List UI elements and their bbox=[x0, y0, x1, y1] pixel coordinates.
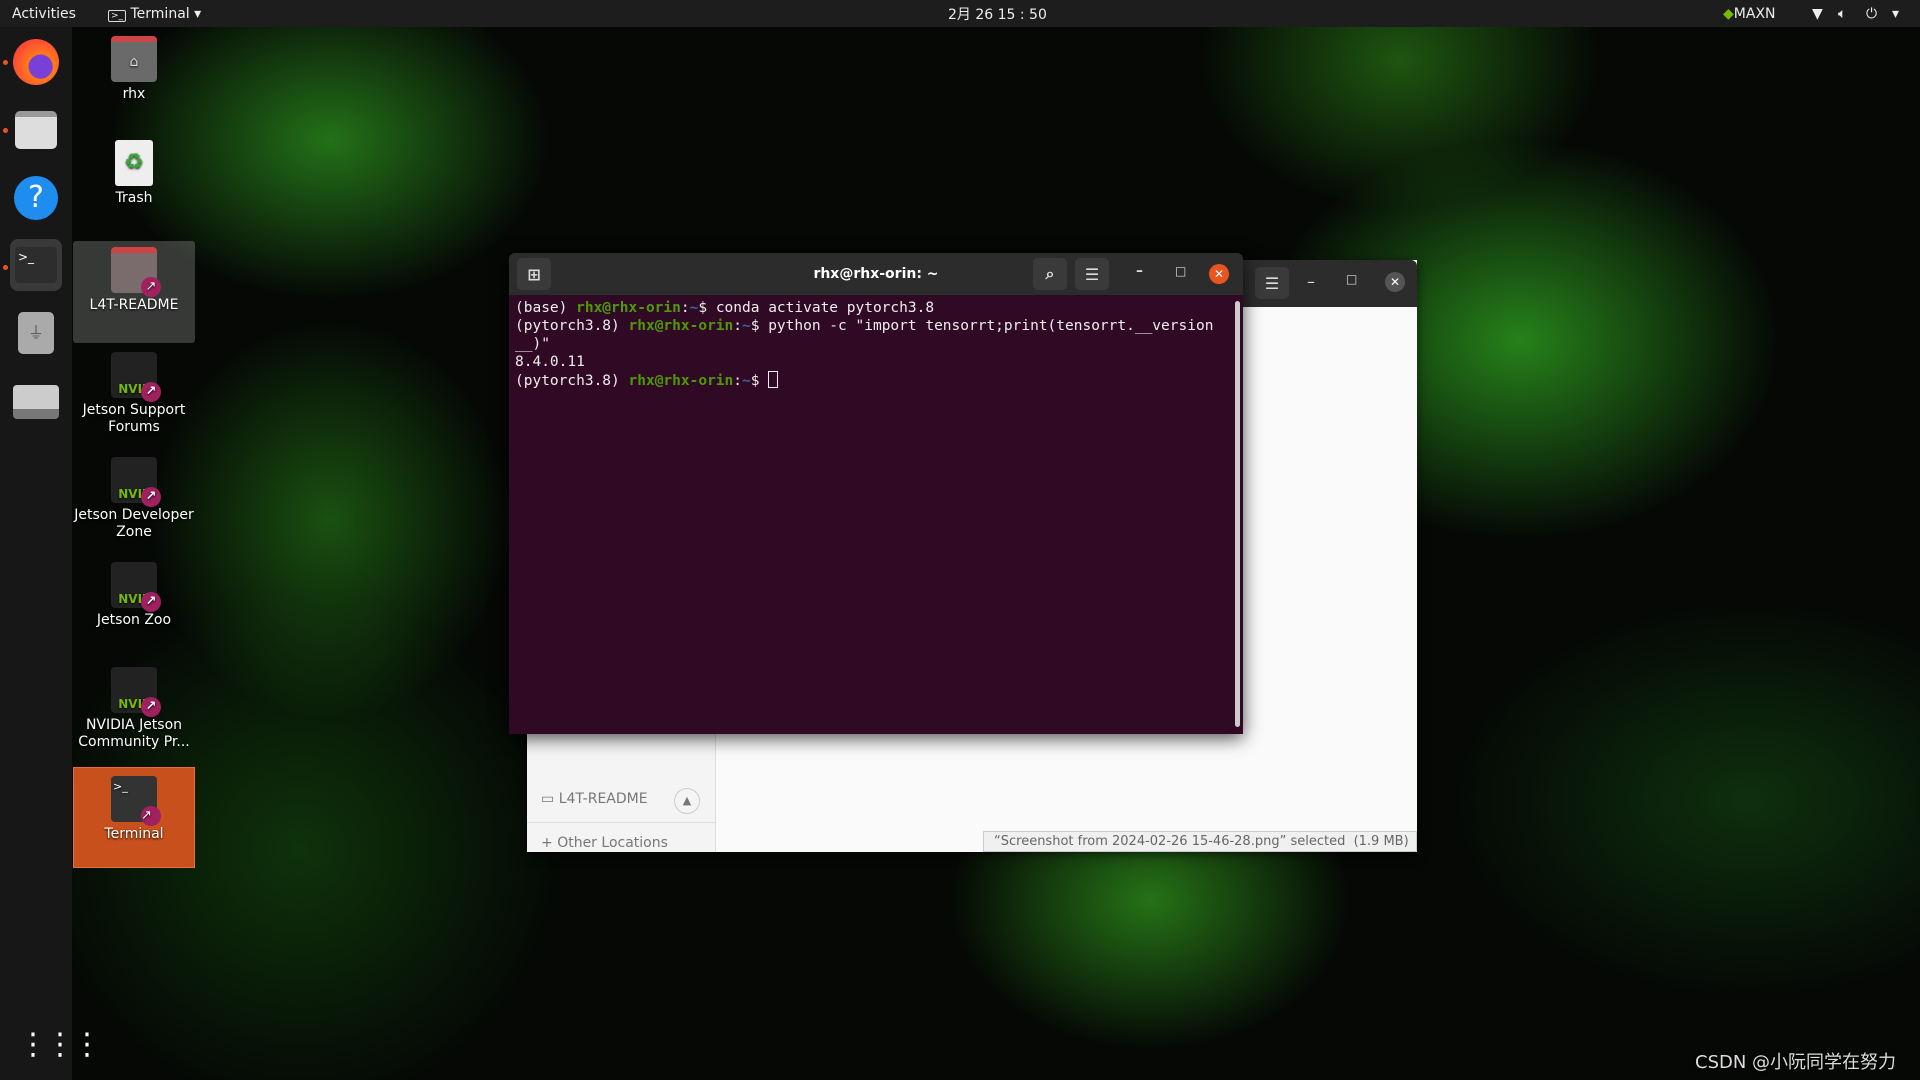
power-mode-label: MAXN bbox=[1733, 5, 1776, 22]
icon-label: rhx bbox=[122, 86, 146, 102]
power-icon[interactable]: ⏻ bbox=[1866, 6, 1877, 22]
system-menu-chevron-icon[interactable]: ▾ bbox=[1892, 6, 1899, 22]
volume-icon[interactable]: 🔈︎ bbox=[1838, 6, 1846, 22]
terminal-icon: >_ ↗ bbox=[111, 776, 161, 826]
sidebar-item-label: Other Locations bbox=[557, 835, 668, 851]
show-applications-icon[interactable]: ⋮⋮⋮ bbox=[18, 1027, 102, 1063]
terminal-line: (pytorch3.8) rhx@rhx-orin:~$ bbox=[515, 371, 1237, 390]
close-button[interactable]: ✕ bbox=[1385, 272, 1405, 292]
eject-icon[interactable]: ▲ bbox=[674, 788, 700, 814]
terminal-line: __)" bbox=[515, 336, 550, 352]
chevron-down-icon: ▾ bbox=[194, 5, 202, 22]
desktop-icon-rhx[interactable]: ⌂ rhx bbox=[73, 36, 195, 103]
window-title: rhx@rhx-orin: ~ bbox=[813, 266, 939, 282]
plus-icon: + bbox=[541, 835, 553, 851]
sidebar-item-label: L4T-README bbox=[558, 791, 648, 807]
nvidia-logo-icon: NVIL ↗ bbox=[111, 667, 161, 717]
terminal-line: (base) rhx@rhx-orin:~$ conda activate py… bbox=[515, 300, 935, 316]
desktop-icon-terminal[interactable]: >_ ↗ Terminal bbox=[73, 767, 195, 868]
new-tab-button[interactable]: ⊞ bbox=[517, 258, 551, 290]
files-icon[interactable] bbox=[10, 104, 62, 156]
help-icon[interactable]: ? bbox=[10, 172, 62, 224]
usb-drive-icon[interactable]: ⏚ bbox=[10, 307, 62, 359]
running-indicator bbox=[3, 60, 8, 65]
icon-label: Jetson Developer Zone bbox=[74, 507, 194, 540]
terminal-output[interactable]: (base) rhx@rhx-orin:~$ conda activate py… bbox=[509, 295, 1243, 394]
activities-button[interactable]: Activities bbox=[12, 6, 76, 22]
icon-label: Trash bbox=[115, 190, 153, 206]
terminal-icon[interactable]: >_ bbox=[10, 239, 62, 291]
icon-label: NVIDIA Jetson Community Pr... bbox=[78, 717, 190, 750]
desktop-icon-nvidia-jetson-community[interactable]: NVIL ↗ NVIDIA Jetson Community Pr... bbox=[73, 667, 195, 751]
clock[interactable]: 2月 26 15 : 50 bbox=[948, 4, 1047, 24]
sidebar-item-other-locations[interactable]: + Other Locations bbox=[541, 835, 668, 851]
scrollbar[interactable] bbox=[1235, 301, 1240, 727]
menu-button[interactable]: ☰ bbox=[1075, 258, 1109, 290]
maximize-button[interactable]: □ bbox=[1346, 272, 1357, 286]
minimize-button[interactable]: – bbox=[1307, 272, 1315, 291]
terminal-line: (pytorch3.8) rhx@rhx-orin:~$ python -c "… bbox=[515, 318, 1214, 334]
desktop-icon-jetson-developer-zone[interactable]: NVIL ↗ Jetson Developer Zone bbox=[73, 457, 195, 541]
menu-button[interactable]: ☰ bbox=[1255, 267, 1289, 299]
icon-label: Jetson Zoo bbox=[96, 612, 172, 628]
folder-icon: ↗ bbox=[111, 247, 161, 297]
nvidia-logo-icon: NVIL ↗ bbox=[111, 562, 161, 612]
maximize-button[interactable]: □ bbox=[1175, 264, 1186, 278]
running-indicator bbox=[3, 265, 8, 270]
terminal-icon: >_ bbox=[108, 9, 127, 22]
link-arrow-icon: ↗ bbox=[141, 277, 161, 297]
home-folder-icon: ⌂ bbox=[111, 36, 157, 82]
terminal-line: 8.4.0.11 bbox=[515, 354, 585, 370]
status-bar: “Screenshot from 2024-02-26 15-46-28.png… bbox=[983, 831, 1417, 852]
icon-label: Terminal bbox=[104, 826, 164, 842]
nvidia-icon: ◆ bbox=[1723, 5, 1734, 22]
file-manager-header: ☰ – □ ✕ bbox=[1243, 260, 1417, 307]
running-indicator bbox=[3, 128, 8, 133]
close-button[interactable]: ✕ bbox=[1209, 264, 1229, 284]
trash-icon: ♻ bbox=[115, 140, 153, 186]
drive-icon: ▭ bbox=[541, 791, 555, 807]
icon-label: Jetson Support Forums bbox=[82, 402, 186, 435]
terminal-header: ⊞ rhx@rhx-orin: ~ ⌕ ☰ – □ ✕ bbox=[509, 253, 1243, 295]
top-bar: Activities >_ Terminal ▾ 2月 26 15 : 50 ◆… bbox=[0, 0, 1920, 27]
nvidia-logo-icon: NVIL ↗ bbox=[111, 352, 161, 402]
desktop-icon-l4t-readme[interactable]: ↗ L4T-README bbox=[73, 241, 195, 343]
firefox-icon[interactable] bbox=[10, 36, 62, 88]
nvidia-logo-icon: NVIL ↗ bbox=[111, 457, 161, 507]
app-menu[interactable]: >_ Terminal ▾ bbox=[108, 6, 201, 22]
icon-label: L4T-README bbox=[89, 297, 179, 313]
terminal-window[interactable]: ⊞ rhx@rhx-orin: ~ ⌕ ☰ – □ ✕ (base) rhx@r… bbox=[509, 253, 1243, 734]
desktop-icon-jetson-zoo[interactable]: NVIL ↗ Jetson Zoo bbox=[73, 562, 195, 629]
sidebar-item-l4t-readme[interactable]: ▭ L4T-README ▲ bbox=[527, 779, 716, 823]
desktop-icon-jetson-support-forums[interactable]: NVIL ↗ Jetson Support Forums bbox=[73, 352, 195, 436]
text-cursor bbox=[768, 371, 779, 388]
power-mode-indicator[interactable]: ◆MAXN bbox=[1723, 6, 1776, 22]
minimize-button[interactable]: – bbox=[1136, 263, 1143, 279]
dock: ? >_ ⏚ ⋮⋮⋮ bbox=[0, 27, 102, 1080]
search-button[interactable]: ⌕ bbox=[1033, 258, 1067, 290]
disk-drive-icon[interactable] bbox=[10, 376, 62, 428]
desktop-icon-trash[interactable]: ♻ Trash bbox=[73, 140, 195, 207]
app-menu-label: Terminal bbox=[130, 5, 190, 22]
wifi-icon[interactable]: ▼ bbox=[1812, 6, 1823, 22]
watermark: CSDN @小阮同学在努力 bbox=[1695, 1052, 1897, 1073]
